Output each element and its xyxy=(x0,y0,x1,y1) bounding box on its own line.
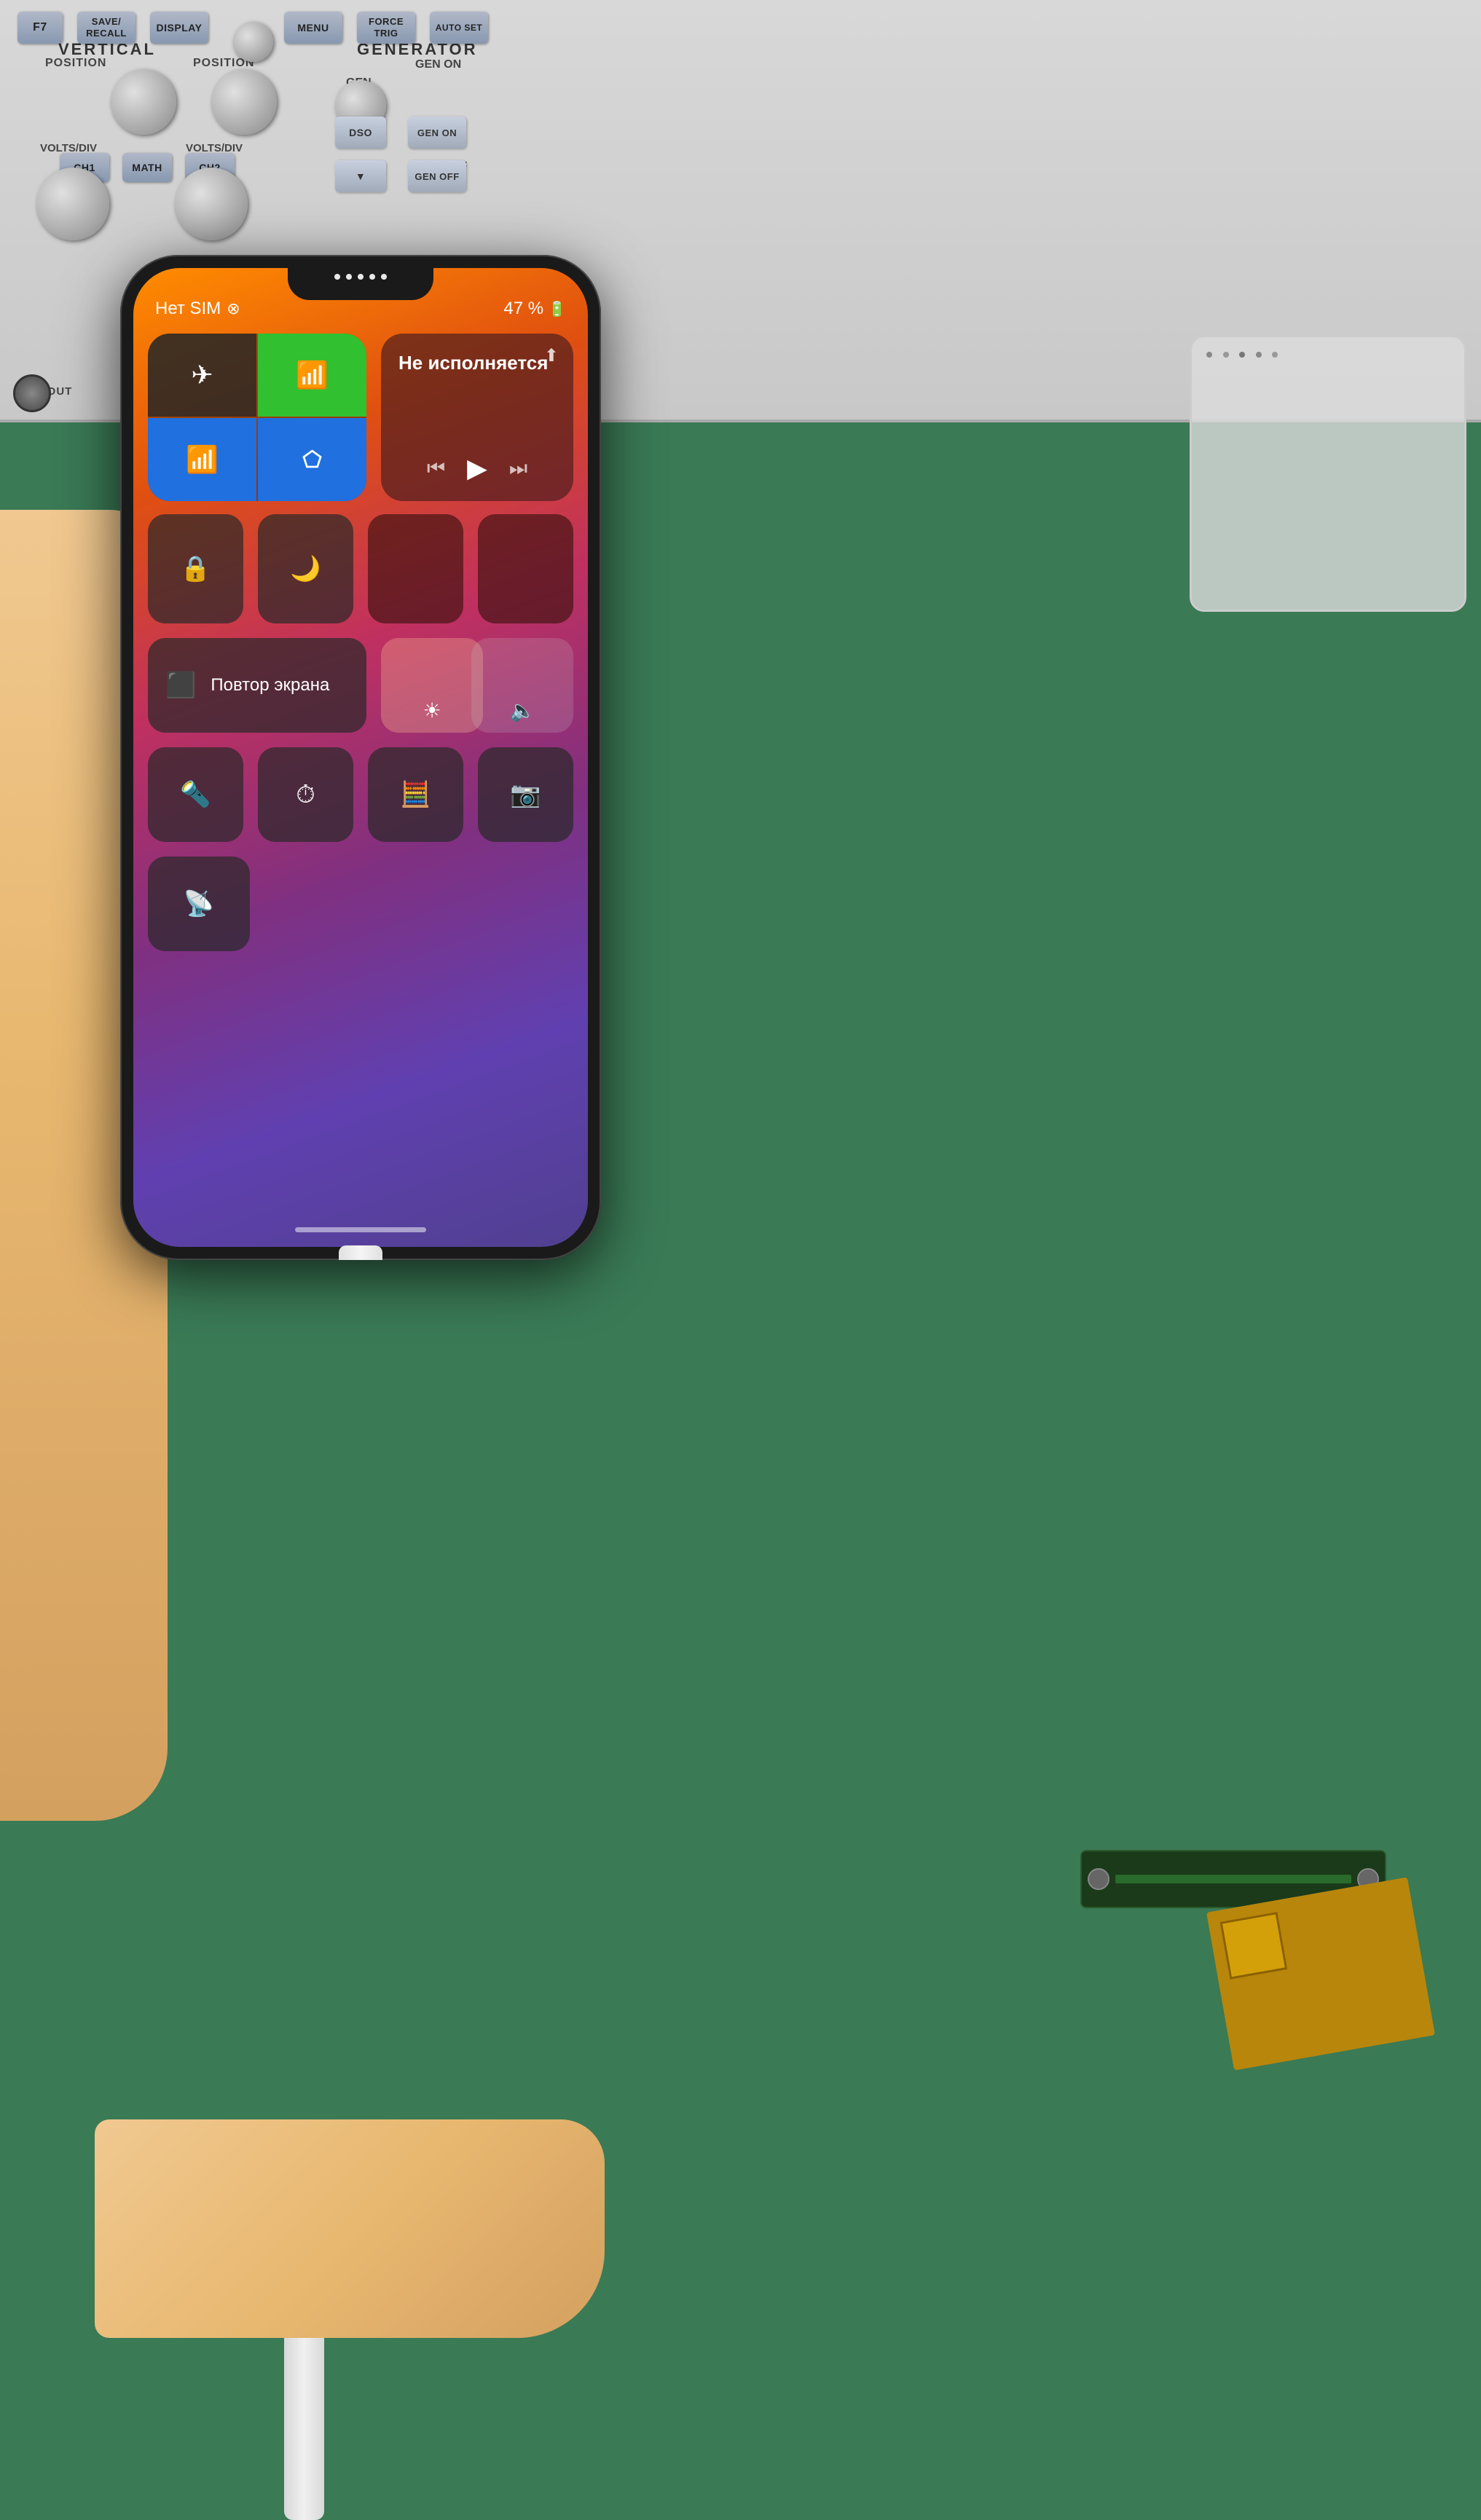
no-sim-text: Нет SIM xyxy=(155,299,221,319)
osc-position1-label: POSITION xyxy=(45,57,106,70)
osc-f7-button[interactable]: F7 xyxy=(17,12,63,44)
hand-bottom xyxy=(95,2119,605,2338)
lightning-cable xyxy=(339,1245,382,1260)
no-sim-label: Нет SIM ⊗ xyxy=(155,299,240,319)
flashlight-button[interactable]: 🔦 xyxy=(148,747,243,842)
iphone-device: Нет SIM ⊗ 47 % 🔋 ✈ 📶 xyxy=(120,255,601,1260)
hotspot-icon: 📶 xyxy=(296,360,329,390)
iphone-dot xyxy=(346,274,352,280)
control-row-3: 🔦 ⏱ 🧮 📷 xyxy=(148,747,573,842)
camera-icon: 📷 xyxy=(510,780,541,809)
nfc-button[interactable]: 📡 xyxy=(148,857,250,951)
rewind-button[interactable]: ⏮ xyxy=(427,457,445,481)
do-not-disturb-button[interactable]: 🌙 xyxy=(258,514,353,623)
timer-icon: ⏱ xyxy=(296,781,315,809)
iphone-screen: Нет SIM ⊗ 47 % 🔋 ✈ 📶 xyxy=(133,268,588,1247)
iphone-notch xyxy=(288,268,433,300)
osc-voltsdiv2-knob[interactable] xyxy=(175,168,248,240)
osc-large-knob[interactable] xyxy=(233,22,273,62)
osc-menu-button[interactable]: MENU xyxy=(284,12,342,44)
timer-button[interactable]: ⏱ xyxy=(258,747,353,842)
osc-dso2-button[interactable]: ▼ xyxy=(335,160,386,192)
osc-voltsdiv1-knob[interactable] xyxy=(36,168,109,240)
connectivity-grid: ✈ 📶 📶 ⬠ xyxy=(148,334,366,501)
brightness-icon: ☀ xyxy=(423,698,441,722)
flashlight-icon: 🔦 xyxy=(180,780,211,809)
osc-saverecall-button[interactable]: SAVE/ RECALL xyxy=(77,12,135,44)
fastforward-button[interactable]: ⏭ xyxy=(509,457,527,481)
osc-genon-label: GEN ON xyxy=(415,58,461,71)
no-sim-icon: ⊗ xyxy=(227,299,240,318)
unknown-button-2[interactable] xyxy=(478,514,573,623)
pcb-area xyxy=(1044,1850,1423,2083)
osc-dso-button[interactable]: DSO xyxy=(335,117,386,149)
nfc-icon: 📡 xyxy=(184,889,214,918)
airplane-mode-button[interactable]: ✈ xyxy=(148,334,256,417)
camera-button[interactable]: 📷 xyxy=(478,747,573,842)
wifi-icon: 📶 xyxy=(186,444,219,475)
osc-math-button[interactable]: MATH xyxy=(122,153,172,182)
screw-box xyxy=(1190,335,1466,612)
hotspot-button[interactable]: 📶 xyxy=(258,334,366,417)
play-button[interactable]: ▶ xyxy=(467,453,487,484)
volume-icon: 🔈 xyxy=(510,698,535,722)
home-indicator xyxy=(295,1227,426,1232)
music-title: Не исполняется xyxy=(398,351,556,376)
music-controls: ⏮ ▶ ⏭ xyxy=(398,453,556,484)
bluetooth-button[interactable]: ⬠ xyxy=(258,418,366,501)
mirror-icon: ⬛ xyxy=(165,671,196,700)
volume-slider[interactable]: 🔈 xyxy=(471,638,573,733)
unknown-button-1[interactable] xyxy=(368,514,463,623)
iphone-dot xyxy=(381,274,387,280)
iphone-notch-dots xyxy=(334,274,387,280)
status-right: 47 % 🔋 xyxy=(503,299,566,319)
osc-position1-knob[interactable] xyxy=(111,69,176,135)
pcb-board-2 xyxy=(1206,1877,1435,2070)
screen-mirror-button[interactable]: ⬛ Повтор экрана xyxy=(148,638,366,733)
music-player: ⬆ Не исполняется ⏮ ▶ ⏭ xyxy=(381,334,573,501)
osc-forcetrig-button[interactable]: FORCE TRIG xyxy=(357,12,415,44)
calculator-icon: 🧮 xyxy=(400,780,431,809)
osc-genoff-button[interactable]: GEN OFF xyxy=(408,160,466,192)
wifi-button[interactable]: 📶 xyxy=(148,418,256,501)
osc-display-button[interactable]: DISPLAY xyxy=(150,12,208,44)
portrait-lock-icon: 🔒 xyxy=(180,554,211,583)
portrait-lock-button[interactable]: 🔒 xyxy=(148,514,243,623)
osc-position2-knob[interactable] xyxy=(211,69,277,135)
airplay-button[interactable]: ⬆ xyxy=(544,345,559,366)
mirror-label: Повтор экрана xyxy=(211,675,329,696)
iphone-dot xyxy=(334,274,340,280)
battery-icon: 🔋 xyxy=(548,300,566,318)
control-row-2: 🔒 🌙 xyxy=(148,514,573,623)
control-center: ✈ 📶 📶 ⬠ ⬆ Не исполняется xyxy=(148,334,573,1189)
bluetooth-icon: ⬠ xyxy=(302,447,321,473)
battery-percent: 47 % xyxy=(503,299,543,319)
osc-bnc-connector xyxy=(13,374,51,412)
moon-icon: 🌙 xyxy=(290,554,321,583)
airplane-icon: ✈ xyxy=(191,360,213,390)
osc-genon-button[interactable]: GEN ON xyxy=(408,117,466,149)
iphone-dot xyxy=(369,274,375,280)
iphone-dot xyxy=(358,274,364,280)
brightness-slider[interactable]: ☀ xyxy=(381,638,483,733)
calculator-button[interactable]: 🧮 xyxy=(368,747,463,842)
osc-autoset-button[interactable]: AUTO SET xyxy=(430,12,488,44)
